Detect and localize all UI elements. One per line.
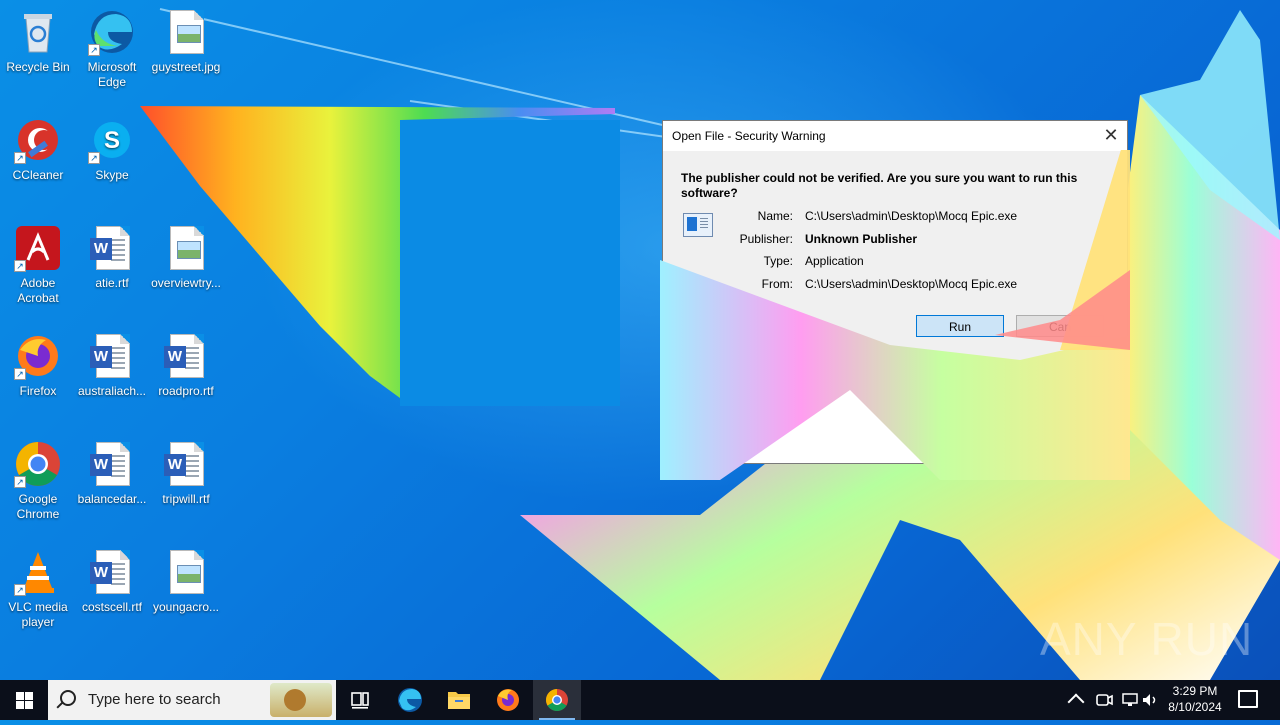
rainbow-glitch-overlay: [660, 150, 1130, 480]
taskbar-firefox-button[interactable]: [484, 680, 532, 720]
network-icon[interactable]: [1120, 690, 1140, 710]
windows-logo-icon: [16, 701, 24, 709]
taskbar-file-explorer-button[interactable]: [435, 680, 483, 720]
show-hidden-icons-chevron-icon[interactable]: [1067, 693, 1085, 711]
dialog-title: Open File - Security Warning: [672, 129, 826, 143]
windows-logo-icon: [25, 701, 33, 709]
firefox-icon: [497, 689, 519, 711]
shortcut-arrow-icon: ↗: [14, 476, 26, 488]
clock-time: 3:29 PM: [1172, 684, 1218, 698]
word-doc-icon: W: [88, 548, 136, 596]
desktop-icon-costscell-rtf[interactable]: W costscell.rtf: [74, 548, 150, 615]
search-placeholder: Type here to search: [88, 691, 221, 708]
task-view-icon: [351, 692, 369, 709]
meet-now-icon[interactable]: [1094, 690, 1114, 710]
windows-logo-icon: [16, 692, 24, 700]
volume-icon[interactable]: [1140, 690, 1160, 710]
recycle-bin-icon: [14, 8, 62, 56]
desktop-icon-ccleaner[interactable]: ↗ CCleaner: [0, 116, 76, 183]
shortcut-arrow-icon: ↗: [14, 584, 26, 596]
dialog-titlebar[interactable]: Open File - Security Warning ✕: [663, 121, 1127, 151]
desktop-icon-label: Adobe Acrobat: [17, 276, 59, 305]
desktop-icon-youngacro[interactable]: youngacro...: [148, 548, 224, 615]
shortcut-arrow-icon: ↗: [14, 260, 26, 272]
start-button[interactable]: [0, 680, 48, 720]
shortcut-arrow-icon: ↗: [88, 152, 100, 164]
desktop-icon-label: guystreet.jpg: [151, 60, 221, 74]
notification-center-icon[interactable]: [1238, 690, 1258, 708]
desktop-icon-adobe-acrobat[interactable]: ↗ Adobe Acrobat: [0, 224, 76, 306]
chrome-icon: [546, 689, 568, 711]
desktop-icon-label: balancedar...: [77, 492, 147, 506]
desktop-icon-label: Google Chrome: [16, 492, 60, 521]
desktop-icon-label: costscell.rtf: [81, 600, 142, 614]
desktop-icon-microsoft-edge[interactable]: ↗ Microsoft Edge: [74, 8, 150, 90]
desktop-icon-label: Recycle Bin: [6, 60, 70, 74]
image-file-icon: [162, 8, 210, 56]
image-file-icon: [162, 548, 210, 596]
desktop-icon-firefox[interactable]: ↗ Firefox: [0, 332, 76, 399]
taskbar-chrome-button[interactable]: [533, 680, 581, 720]
desktop-icon-vlc[interactable]: ↗ VLC media player: [0, 548, 76, 630]
firefox-icon: ↗: [14, 332, 62, 380]
chrome-icon: ↗: [14, 440, 62, 488]
windows-logo-icon: [25, 692, 33, 700]
close-icon[interactable]: ✕: [1095, 121, 1127, 151]
taskbar-clock[interactable]: 3:29 PM 8/10/2024: [1160, 683, 1230, 715]
taskbar-edge-button[interactable]: [386, 680, 434, 720]
desktop-icon-balancedar[interactable]: W balancedar...: [74, 440, 150, 507]
task-view-button[interactable]: [336, 680, 384, 720]
search-icon: [60, 690, 76, 706]
folder-icon: [448, 692, 470, 709]
desktop-icon-label: tripwill.rtf: [162, 492, 210, 506]
desktop-icon-label: Firefox: [19, 384, 57, 398]
desktop-icon-recycle-bin[interactable]: Recycle Bin: [0, 8, 76, 75]
ccleaner-icon: ↗: [14, 116, 62, 164]
svg-text:S: S: [104, 127, 120, 154]
desktop-icon-label: youngacro...: [152, 600, 220, 614]
desktop-icon-label: Microsoft Edge: [87, 60, 137, 89]
vlc-icon: ↗: [14, 548, 62, 596]
edge-icon: ↗: [88, 8, 136, 56]
taskbar: Type here to search 3:29 PM 8/10/2024: [0, 680, 1280, 720]
desktop-icon-label: VLC media player: [8, 600, 68, 629]
search-highlight-image: [270, 683, 332, 717]
clock-date: 8/10/2024: [1168, 700, 1222, 714]
desktop-icon-google-chrome[interactable]: ↗ Google Chrome: [0, 440, 76, 522]
desktop-icon-tripwill-rtf[interactable]: W tripwill.rtf: [148, 440, 224, 507]
desktop-icon-label: CCleaner: [12, 168, 64, 182]
taskbar-search-box[interactable]: Type here to search: [48, 680, 336, 720]
shortcut-arrow-icon: ↗: [14, 368, 26, 380]
acrobat-icon: ↗: [14, 224, 62, 272]
shortcut-arrow-icon: ↗: [88, 44, 100, 56]
anyrun-watermark: ANY RUN: [1040, 613, 1254, 665]
word-doc-icon: W: [88, 440, 136, 488]
desktop-icon-guystreet-jpg[interactable]: guystreet.jpg: [148, 8, 224, 75]
word-doc-icon: W: [162, 440, 210, 488]
edge-icon: [398, 688, 422, 712]
shortcut-arrow-icon: ↗: [14, 152, 26, 164]
